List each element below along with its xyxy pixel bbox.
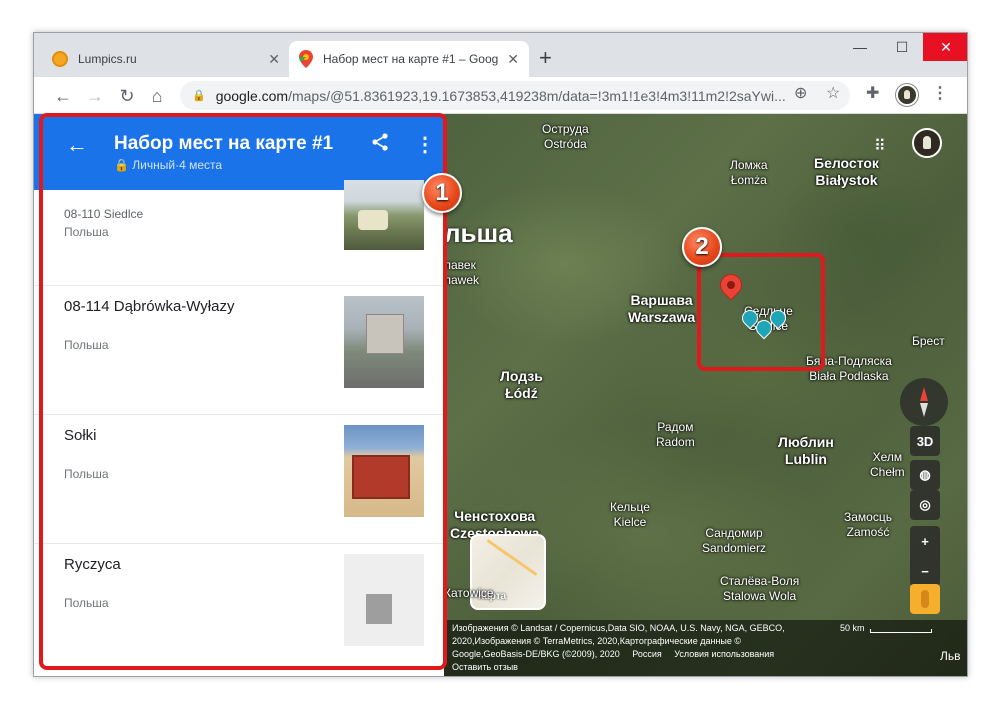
bookmark-star-icon[interactable]: ☆ — [826, 83, 840, 103]
country-label: льша — [444, 218, 513, 248]
city-label: Хелм Chełm — [870, 450, 905, 479]
back-icon[interactable]: ← — [50, 83, 76, 109]
satellite-map[interactable]: льша Оструда Ostróda Ломжа Łomża Белосто… — [444, 114, 967, 676]
url-host: google.com — [215, 87, 289, 104]
zoom-in-button[interactable]: + — [910, 526, 940, 556]
tab-lumpics[interactable]: Lumpics.ru ✕ — [42, 41, 290, 77]
city-label: Оструда Ostróda — [542, 122, 589, 151]
forward-icon[interactable]: → — [82, 83, 108, 109]
highlight-box-pins — [697, 253, 825, 371]
profile-avatar[interactable] — [896, 84, 918, 106]
highlight-box-panel — [39, 113, 447, 670]
maximize-icon[interactable]: ☐ — [881, 33, 923, 61]
compass-icon[interactable] — [900, 378, 948, 426]
apps-grid-icon[interactable]: ⠿ — [874, 136, 886, 156]
step-badge-1: 1 — [422, 173, 462, 213]
edge-city-label: Льв — [940, 649, 961, 663]
globe-icon[interactable]: ◍ — [910, 460, 940, 490]
new-tab-icon[interactable]: + — [539, 47, 552, 69]
zoom-out-button[interactable]: − — [910, 556, 940, 586]
city-label: Катowice — [444, 586, 494, 600]
city-label: лавек лawek — [444, 258, 480, 287]
terms-link[interactable]: Условия использования — [674, 649, 774, 659]
tab-strip: Lumpics.ru ✕ Набор мест на карте #1 – Go… — [34, 33, 967, 77]
map-attribution: Изображения © Landsat / Copernicus,Data … — [444, 620, 967, 676]
reload-icon[interactable]: ↻ — [114, 83, 140, 109]
street-view-pegman-icon[interactable] — [910, 584, 940, 614]
window-close-icon[interactable]: ✕ — [923, 33, 967, 61]
step-badge-2: 2 — [682, 227, 722, 267]
tab-title: Lumpics.ru — [78, 52, 137, 66]
home-icon[interactable]: ⌂ — [144, 83, 170, 109]
tilt-3d-button[interactable]: 3D — [910, 426, 940, 456]
city-label: Сандомир Sandomierz — [702, 526, 767, 555]
city-label: Замосць Zamość — [844, 510, 892, 539]
city-label: Ломжа Łomża — [730, 158, 768, 187]
country-link[interactable]: Россия — [632, 649, 662, 659]
city-label: Сталёва-Воля Stalowa Wola — [720, 574, 800, 603]
add-location-icon[interactable]: ⊕ — [794, 83, 807, 103]
scale-label[interactable]: 50 km — [840, 622, 865, 635]
extensions-icon[interactable]: ✚ — [866, 83, 879, 103]
url-path: /maps/@51.8361923,19.1673853,419238m/dat… — [288, 87, 786, 104]
city-label: Лодзь Łódź — [500, 368, 543, 401]
my-location-icon[interactable]: ◎ — [910, 490, 940, 520]
tab-close-icon[interactable]: ✕ — [507, 51, 519, 68]
scale-bar — [870, 629, 932, 633]
lock-icon: 🔒 — [192, 90, 206, 102]
city-label: Радом Radom — [656, 420, 695, 449]
browser-menu-icon[interactable]: ⋮ — [932, 83, 948, 103]
city-label: Люблин Lublin — [778, 434, 834, 467]
tab-title: Набор мест на карте #1 – Goog — [323, 52, 499, 66]
city-label: Кельце Kielce — [610, 500, 650, 529]
attribution-line: Google,GeoBasis-DE/BKG (©2009), 2020 Рос… — [452, 649, 775, 659]
tab-maps[interactable]: Набор мест на карте #1 – Goog ✕ — [289, 41, 529, 77]
attribution-line: 2020,Изображения © TerraMetrics, 2020,Ка… — [452, 636, 742, 646]
city-label: Брест — [912, 334, 945, 348]
tab-close-icon[interactable]: ✕ — [268, 51, 280, 68]
browser-toolbar: ← → ↻ ⌂ 🔒 google.com /maps/@51.8361923,1… — [34, 77, 967, 114]
city-label: Белосток Białystok — [814, 155, 879, 188]
minimize-icon[interactable]: — — [839, 33, 881, 61]
lumpics-favicon-icon — [52, 51, 68, 67]
maps-favicon-icon — [299, 50, 313, 68]
feedback-link[interactable]: Оставить отзыв — [452, 661, 967, 674]
map-account-avatar[interactable] — [912, 128, 942, 158]
address-bar[interactable]: 🔒 google.com /maps/@51.8361923,19.167385… — [180, 81, 850, 110]
city-label: Варшава Warszawa — [628, 292, 696, 325]
